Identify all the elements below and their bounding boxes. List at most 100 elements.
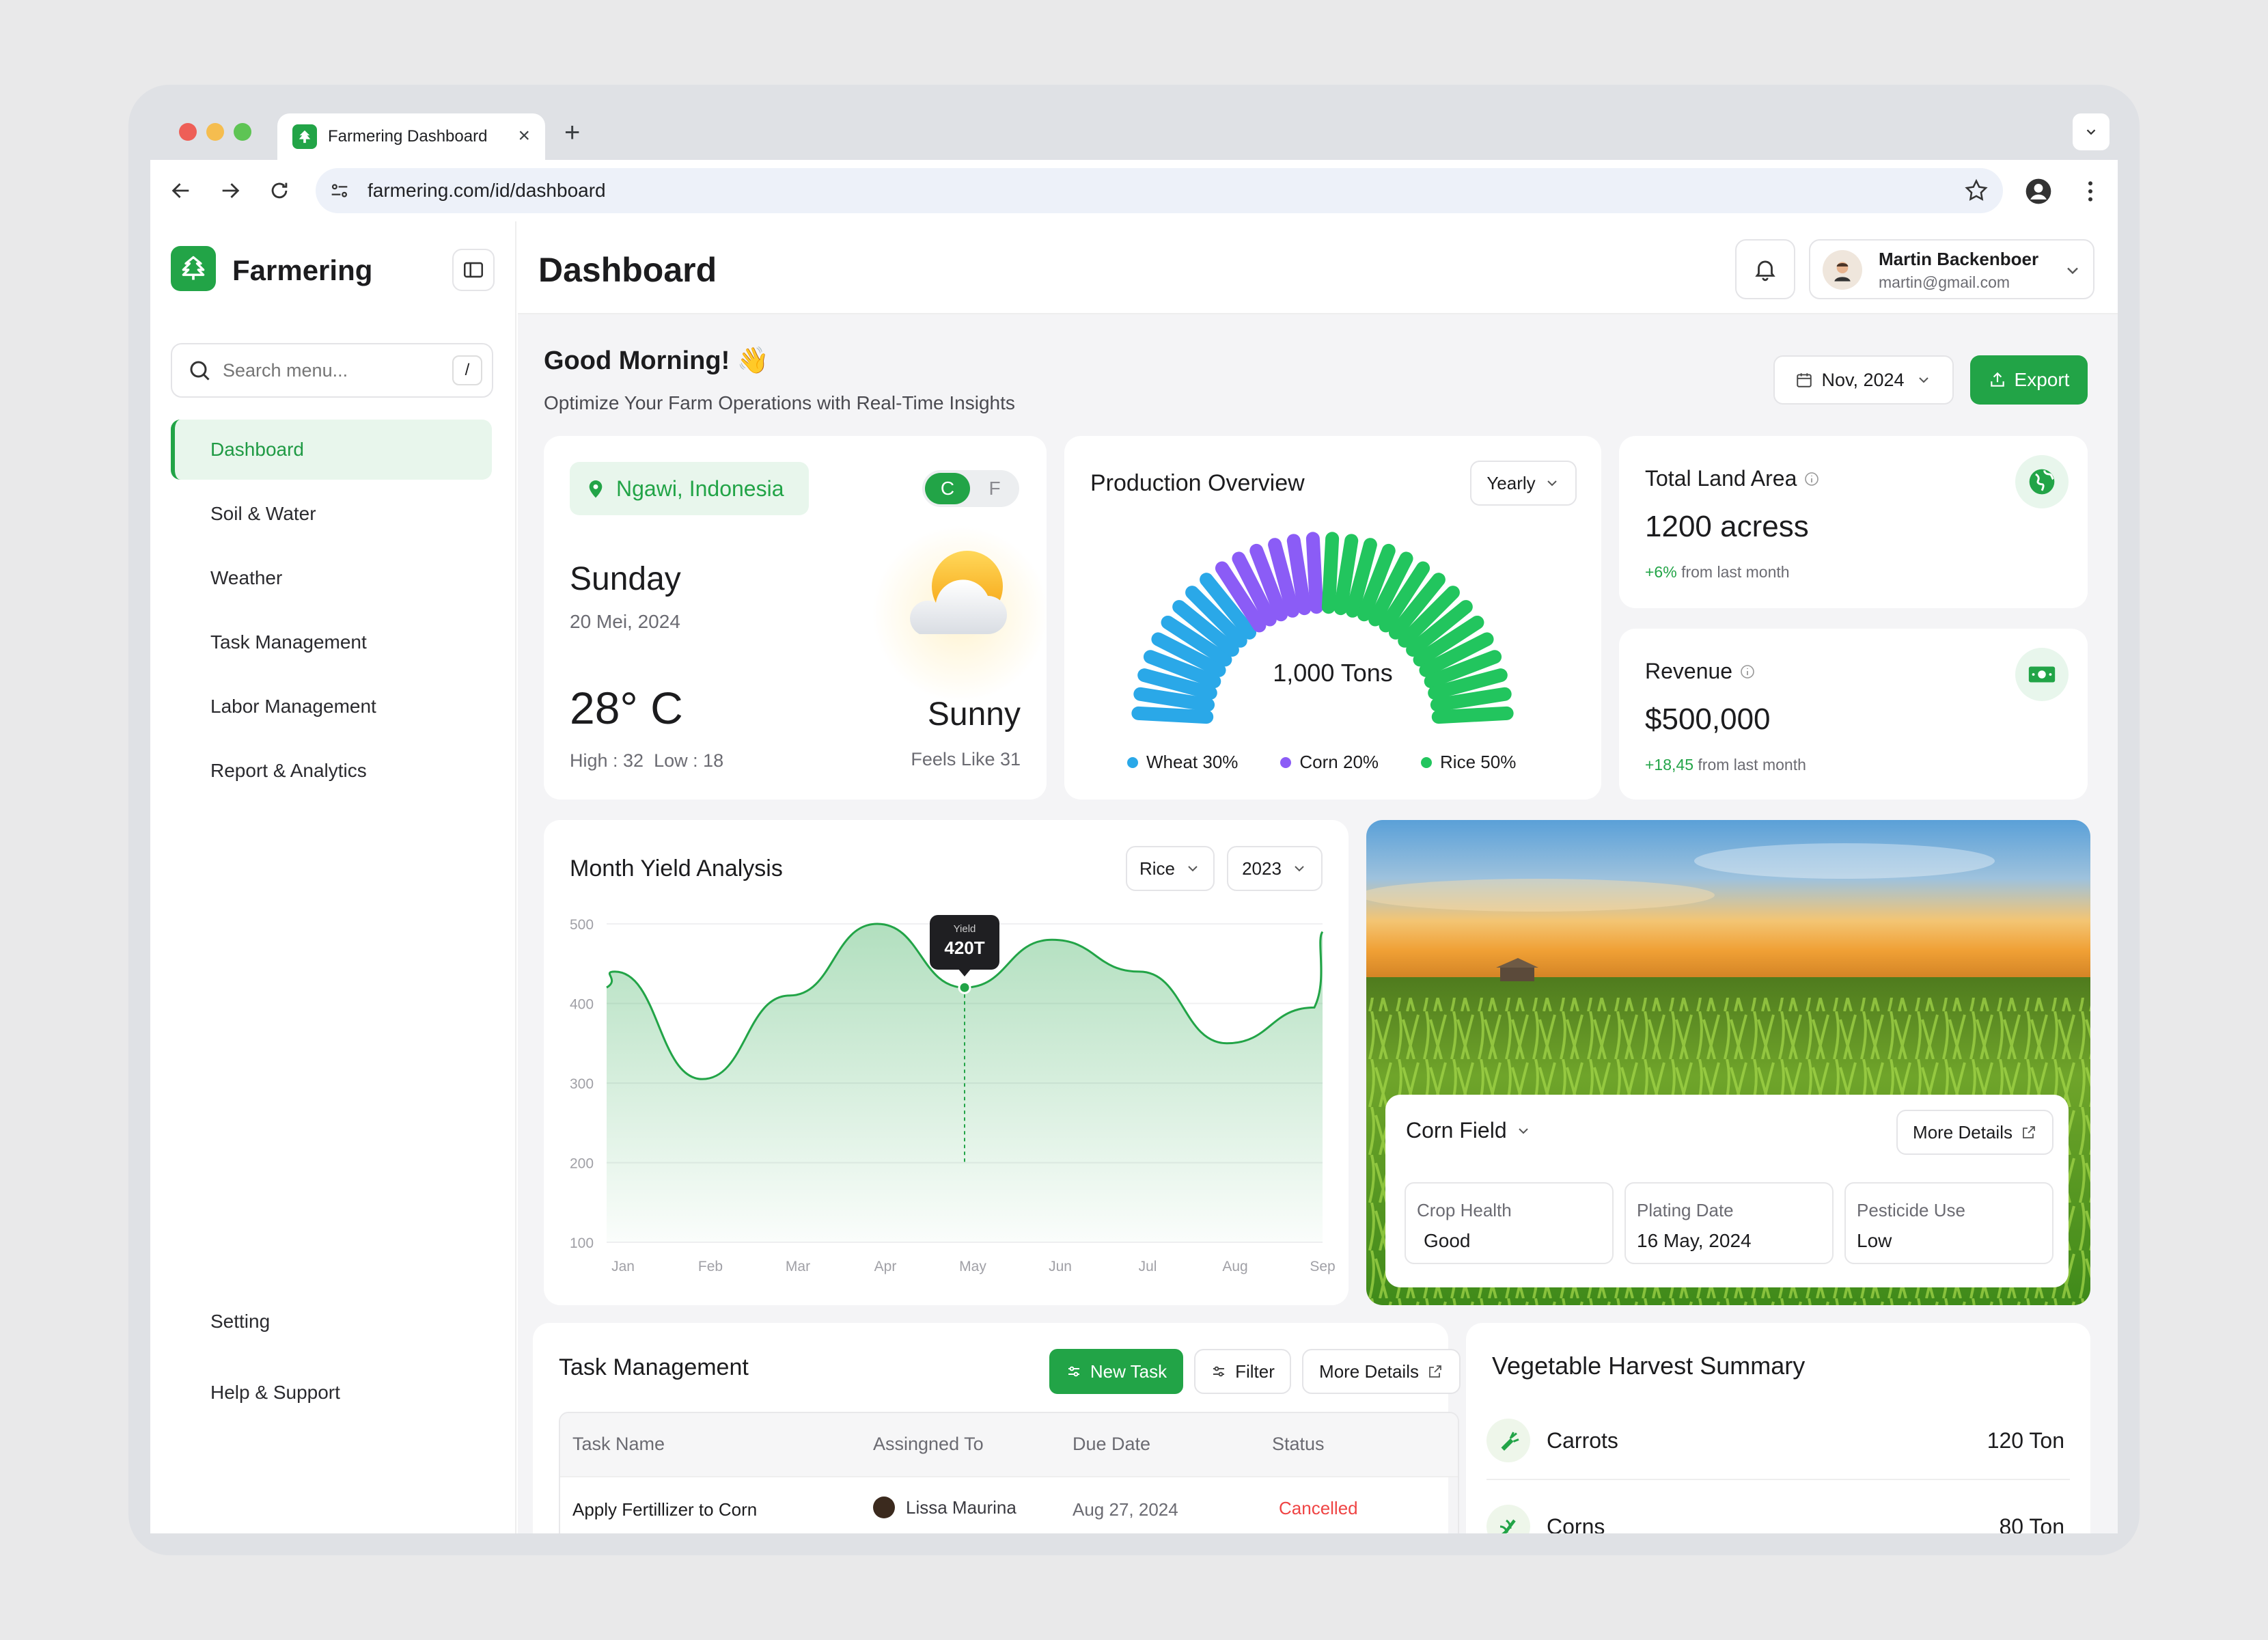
field-details-panel: Corn Field More Details Crop Health Good P…: [1385, 1095, 2069, 1287]
sidebar-item-setting[interactable]: Setting: [171, 1292, 492, 1352]
user-menu[interactable]: Martin Backenboer martin@gmail.com: [1809, 239, 2094, 299]
revenue-change: +18,45: [1645, 756, 1693, 774]
location-badge[interactable]: Ngawi, Indonesia: [570, 462, 809, 515]
production-total: 1,000 Tons: [1273, 659, 1393, 687]
land-area-change-text: from last month: [1681, 563, 1790, 581]
forward-arrow-icon[interactable]: [219, 179, 242, 202]
tab-close-icon[interactable]: ×: [518, 124, 530, 148]
task-title: Task Management: [559, 1354, 749, 1380]
greeting-subtitle: Optimize Your Farm Operations with Real-…: [544, 392, 1015, 413]
url-text: farmering.com/id/dashboard: [368, 180, 606, 201]
sidebar-item-soil-water[interactable]: Soil & Water: [171, 484, 492, 544]
tab-list-chevron-icon[interactable]: [2073, 113, 2110, 150]
external-link-icon: [1429, 1365, 1441, 1378]
sidebar-item-weather[interactable]: Weather: [171, 548, 492, 608]
assignee-name: Lissa Maurina: [906, 1496, 1017, 1518]
maximize-window-dot[interactable]: [234, 123, 251, 141]
table-row[interactable]: Apply Fertillizer to Corn Lissa Maurina Au…: [560, 1476, 1458, 1533]
harvest-value: 80 Ton: [1999, 1514, 2065, 1533]
temperature-unit-toggle[interactable]: C F: [922, 470, 1019, 507]
task-filter-button[interactable]: Filter: [1194, 1349, 1291, 1394]
browser-tab[interactable]: Farmering Dashboard ×: [277, 113, 545, 160]
list-item: Carrots 120 Ton: [1486, 1412, 2070, 1480]
legend-item: Rice 50%: [1421, 752, 1516, 773]
user-email: martin@gmail.com: [1879, 273, 2010, 291]
land-area-change: +6%: [1645, 563, 1677, 581]
revenue-value: $500,000: [1645, 702, 1771, 736]
yield-tooltip: Yield 420T: [930, 915, 999, 977]
search-input[interactable]: [223, 359, 428, 381]
harvest-name: Corns: [1547, 1514, 1605, 1533]
app-page: Farmering / Dashboard Soil & Water Weather…: [150, 221, 2118, 1533]
legend-label: Rice 50%: [1440, 752, 1517, 772]
new-task-button[interactable]: New Task: [1049, 1349, 1183, 1394]
land-area-card: Total Land Area 1200 acress +6% from las…: [1619, 436, 2088, 608]
bookmark-star-icon[interactable]: [1963, 178, 1989, 204]
tab-title: Farmering Dashboard: [328, 127, 488, 146]
gauge-segment: [1131, 706, 1214, 724]
y-tick-label: 400: [570, 997, 594, 1013]
sidebar-item-labor-management[interactable]: Labor Management: [171, 676, 492, 737]
field-stat-value: Good: [1424, 1230, 1471, 1251]
reload-icon[interactable]: [268, 179, 291, 202]
field-selector[interactable]: Corn Field: [1406, 1118, 1532, 1143]
notification-button[interactable]: [1735, 239, 1795, 299]
profile-icon[interactable]: [2023, 176, 2053, 206]
info-icon[interactable]: [1739, 664, 1756, 680]
land-area-title: Total Land Area: [1645, 466, 1797, 491]
sidebar-search[interactable]: /: [171, 343, 493, 398]
sidebar-item-label: Help & Support: [210, 1382, 340, 1403]
minimize-window-dot[interactable]: [206, 123, 224, 141]
legend-item: Wheat 30%: [1127, 752, 1238, 773]
browser-menu-icon[interactable]: [2077, 178, 2104, 205]
back-arrow-icon[interactable]: [169, 179, 193, 202]
task-more-details-button[interactable]: More Details: [1302, 1349, 1461, 1394]
sidebar-item-label: Weather: [210, 567, 283, 588]
globe-icon: [2015, 455, 2069, 508]
x-tick-label: Sep: [1310, 1259, 1335, 1274]
avatar: [1823, 250, 1862, 290]
new-tab-icon[interactable]: +: [564, 118, 580, 148]
new-task-label: New Task: [1090, 1361, 1167, 1382]
harvest-icon-wrap: [1486, 1505, 1530, 1533]
x-tick-label: Mar: [786, 1259, 810, 1274]
chevron-down-icon: [1518, 1128, 1528, 1134]
production-period-dropdown[interactable]: Yearly: [1470, 461, 1577, 506]
date-filter-dropdown[interactable]: Nov, 2024: [1773, 355, 1954, 405]
close-window-dot[interactable]: [179, 123, 197, 141]
main-content: Dashboard Martin Backenboer martin@gmail…: [518, 221, 2118, 1533]
column-header: Assingned To: [873, 1434, 984, 1454]
sidebar-item-label: Labor Management: [210, 696, 376, 717]
highlight-point[interactable]: [958, 981, 971, 994]
list-item: Corns 80 Ton: [1486, 1498, 2070, 1533]
field-more-details-label: More Details: [1913, 1121, 2013, 1143]
sidebar-item-report-analytics[interactable]: Report & Analytics: [171, 741, 492, 801]
field-stat-card: Crop Health Good: [1405, 1182, 1614, 1264]
site-settings-icon[interactable]: [328, 179, 351, 202]
legend-label: Wheat 30%: [1146, 752, 1239, 772]
sidebar-panel-icon: [463, 262, 484, 278]
sidebar-item-dashboard[interactable]: Dashboard: [171, 420, 492, 480]
field-stat-value-wrap: Low: [1857, 1230, 1892, 1252]
export-button[interactable]: Export: [1970, 355, 2088, 405]
sidebar-item-label: Dashboard: [210, 439, 304, 460]
user-name: Martin Backenboer: [1879, 249, 2039, 269]
field-more-details-button[interactable]: More Details: [1896, 1110, 2053, 1155]
sidebar-toggle-button[interactable]: [452, 249, 495, 291]
address-bar[interactable]: farmering.com/id/dashboard: [316, 168, 2003, 213]
info-icon[interactable]: [1803, 471, 1820, 487]
sun-cloud-icon: [910, 551, 1007, 634]
x-tick-label: Jul: [1139, 1259, 1157, 1274]
field-stat-label: Pesticide Use: [1857, 1200, 1965, 1220]
sidebar-item-help-support[interactable]: Help & Support: [171, 1363, 492, 1423]
sidebar-item-task-management[interactable]: Task Management: [171, 612, 492, 672]
celsius-option[interactable]: C: [925, 473, 970, 504]
sidebar: Farmering / Dashboard Soil & Water Weather…: [150, 221, 516, 1533]
field-stat-card: Pesticide Use Low: [1844, 1182, 2053, 1264]
legend-dot: [1280, 756, 1292, 768]
weather-card: Ngawi, Indonesia C F Sunday 20 Mei, 2024…: [544, 436, 1049, 800]
production-overview-card: Production Overview Yearly 1,000 Tons Wh…: [1064, 436, 1601, 800]
fahrenheit-option[interactable]: F: [973, 473, 1017, 504]
x-tick-label: Feb: [698, 1259, 723, 1274]
harvest-icon-wrap: [1486, 1419, 1530, 1462]
